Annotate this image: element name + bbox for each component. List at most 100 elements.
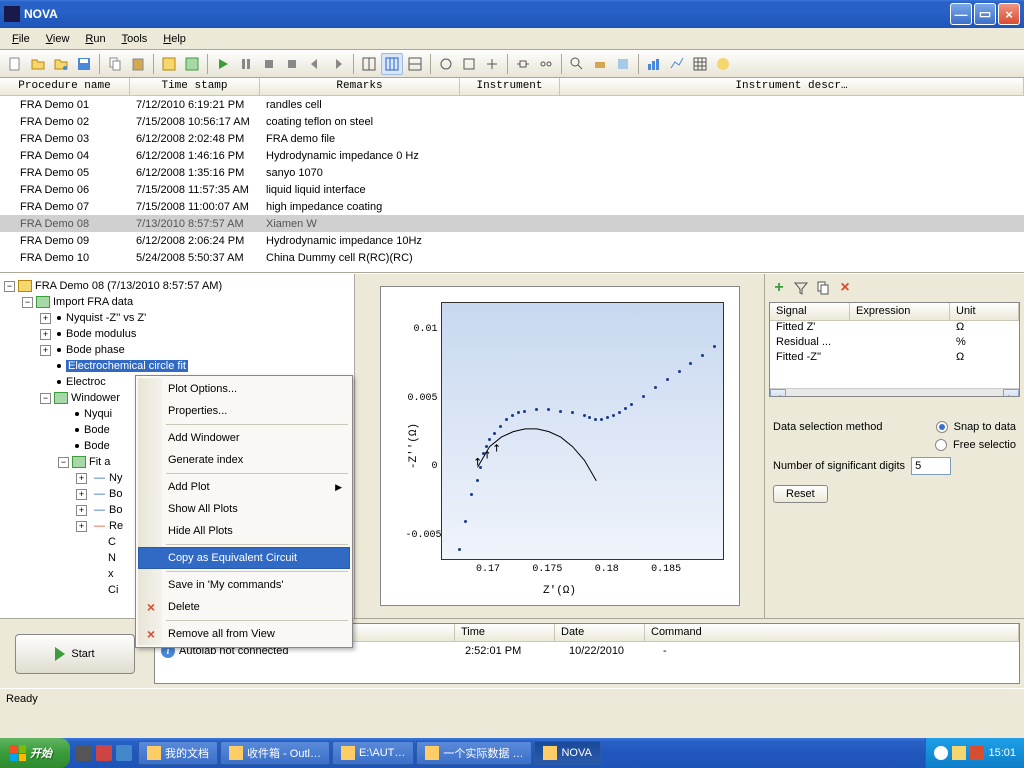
stop-icon[interactable]	[258, 53, 280, 75]
grid-row[interactable]: FRA Demo 036/12/2008 2:02:48 PMFRA demo …	[0, 130, 1024, 147]
prev-icon[interactable]	[304, 53, 326, 75]
grid-row[interactable]: FRA Demo 067/15/2008 11:57:35 AMliquid l…	[0, 181, 1024, 198]
reset-button[interactable]: Reset	[773, 485, 828, 503]
play-icon[interactable]	[212, 53, 234, 75]
new-icon[interactable]	[4, 53, 26, 75]
filter-icon[interactable]	[793, 280, 809, 296]
col-expression[interactable]: Expression	[850, 303, 950, 320]
context-menu-item[interactable]: Copy as Equivalent Circuit	[138, 547, 350, 569]
collapse-icon[interactable]: −	[58, 457, 69, 468]
quicklaunch-icon[interactable]	[96, 745, 112, 761]
delete-icon[interactable]: ×	[837, 280, 853, 296]
collapse-icon[interactable]: −	[40, 393, 51, 404]
col-instrument-descr[interactable]: Instrument descr…	[560, 78, 1024, 95]
expand-icon[interactable]: +	[76, 473, 87, 484]
context-menu-item[interactable]: ×Delete	[138, 596, 350, 618]
copy-icon[interactable]	[104, 53, 126, 75]
tray-icon[interactable]	[934, 746, 948, 760]
col-instrument[interactable]: Instrument	[460, 78, 560, 95]
tool-b-icon[interactable]	[458, 53, 480, 75]
grid-row[interactable]: FRA Demo 056/12/2008 1:35:16 PMsanyo 107…	[0, 164, 1024, 181]
context-menu-item[interactable]: Properties...	[138, 400, 350, 422]
expand-icon[interactable]: +	[76, 505, 87, 516]
grid-row[interactable]: FRA Demo 105/24/2008 5:50:37 AMChina Dum…	[0, 249, 1024, 266]
tool-d-icon[interactable]	[589, 53, 611, 75]
open2-icon[interactable]	[50, 53, 72, 75]
tool-e-icon[interactable]	[612, 53, 634, 75]
tree-root[interactable]: −FRA Demo 08 (7/13/2010 8:57:57 AM)	[4, 278, 350, 294]
context-menu-item[interactable]: Save in 'My commands'	[138, 574, 350, 596]
clock[interactable]: 15:01	[988, 747, 1016, 759]
circuit-icon[interactable]	[512, 53, 534, 75]
tree-item[interactable]: +Nyquist -Z'' vs Z'	[4, 310, 350, 326]
layout1-icon[interactable]	[358, 53, 380, 75]
chart-icon[interactable]	[643, 53, 665, 75]
menu-tools[interactable]: Tools	[114, 31, 156, 47]
close-button[interactable]: ×	[998, 3, 1020, 25]
maximize-button[interactable]: ▭	[974, 3, 996, 25]
quicklaunch-icon[interactable]	[116, 745, 132, 761]
table-icon[interactable]	[689, 53, 711, 75]
expand-icon[interactable]: +	[40, 329, 51, 340]
context-menu-item[interactable]: Generate index	[138, 449, 350, 471]
zoom-icon[interactable]	[566, 53, 588, 75]
col-unit[interactable]: Unit	[950, 303, 1019, 320]
col-remarks[interactable]: Remarks	[260, 78, 460, 95]
grid-row[interactable]: FRA Demo 087/13/2010 8:57:57 AMXiamen W	[0, 215, 1024, 232]
context-menu-item[interactable]: Show All Plots	[138, 498, 350, 520]
signal-row[interactable]: Fitted -Z''Ω	[770, 351, 1019, 366]
paste-icon[interactable]	[127, 53, 149, 75]
col-signal[interactable]: Signal	[770, 303, 850, 320]
signal-row[interactable]: Fitted Z'Ω	[770, 321, 1019, 336]
context-menu-item[interactable]: Add Plot▶	[138, 476, 350, 498]
menu-run[interactable]: Run	[77, 31, 113, 47]
quicklaunch-icon[interactable]	[76, 745, 92, 761]
snap-radio[interactable]	[936, 421, 948, 433]
circuit2-icon[interactable]	[535, 53, 557, 75]
tree-item-selected[interactable]: Electrochemical circle fit	[4, 358, 350, 374]
next-icon[interactable]	[327, 53, 349, 75]
context-menu-item[interactable]: Plot Options...	[138, 378, 350, 400]
menu-view[interactable]: View	[38, 31, 78, 47]
taskbar-task[interactable]: 一个实际数据 …	[416, 741, 532, 765]
tray-icon[interactable]	[970, 746, 984, 760]
minimize-button[interactable]: —	[950, 3, 972, 25]
grid-row[interactable]: FRA Demo 096/12/2008 2:06:24 PMHydrodyna…	[0, 232, 1024, 249]
layout3-icon[interactable]	[404, 53, 426, 75]
wizard2-icon[interactable]	[181, 53, 203, 75]
signal-row[interactable]: Residual ...%	[770, 336, 1019, 351]
copy-icon[interactable]	[815, 280, 831, 296]
taskbar-task[interactable]: E:\AUT…	[332, 741, 414, 765]
taskbar-task[interactable]: 我的文档	[138, 741, 218, 765]
context-menu-item[interactable]: Add Windower	[138, 427, 350, 449]
grid-row[interactable]: FRA Demo 077/15/2008 11:00:07 AMhigh imp…	[0, 198, 1024, 215]
expand-icon[interactable]: +	[76, 489, 87, 500]
chart2-icon[interactable]	[666, 53, 688, 75]
tool-a-icon[interactable]	[435, 53, 457, 75]
menu-help[interactable]: Help	[155, 31, 194, 47]
col-time-stamp[interactable]: Time stamp	[130, 78, 260, 95]
tray-icon[interactable]	[952, 746, 966, 760]
context-menu-item[interactable]: Hide All Plots	[138, 520, 350, 542]
chart3-icon[interactable]	[712, 53, 734, 75]
collapse-icon[interactable]: −	[4, 281, 15, 292]
layout2-icon[interactable]	[381, 53, 403, 75]
horizontal-scrollbar[interactable]: ◄ ►	[770, 388, 1019, 397]
expand-icon[interactable]: +	[40, 313, 51, 324]
col-time[interactable]: Time	[455, 624, 555, 641]
free-radio[interactable]	[935, 439, 947, 451]
col-command[interactable]: Command	[645, 624, 1019, 641]
col-date[interactable]: Date	[555, 624, 645, 641]
save-icon[interactable]	[73, 53, 95, 75]
start-button[interactable]: Start	[15, 634, 135, 674]
tree-item[interactable]: +Bode phase	[4, 342, 350, 358]
pause-icon[interactable]	[235, 53, 257, 75]
menu-file[interactable]: File	[4, 31, 38, 47]
tree-item[interactable]: +Bode modulus	[4, 326, 350, 342]
grid-row[interactable]: FRA Demo 046/12/2008 1:46:16 PMHydrodyna…	[0, 147, 1024, 164]
open-icon[interactable]	[27, 53, 49, 75]
add-icon[interactable]: +	[771, 280, 787, 296]
expand-icon[interactable]: +	[40, 345, 51, 356]
scroll-right-icon[interactable]: ►	[1003, 389, 1019, 397]
collapse-icon[interactable]: −	[22, 297, 33, 308]
